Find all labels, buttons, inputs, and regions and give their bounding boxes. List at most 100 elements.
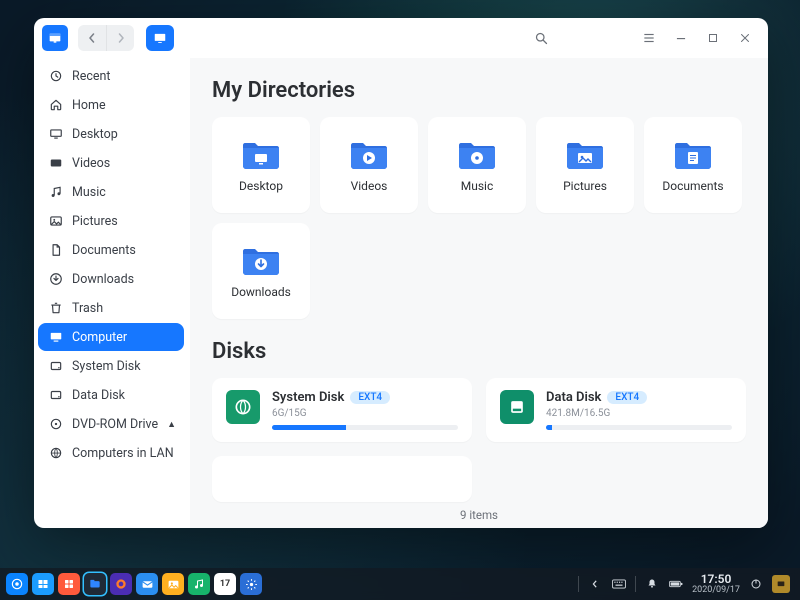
pictures-icon bbox=[48, 213, 64, 229]
disk-icon bbox=[48, 387, 64, 403]
sidebar-item-label: Videos bbox=[72, 156, 110, 171]
video-icon bbox=[48, 155, 64, 171]
fs-badge: EXT4 bbox=[607, 391, 647, 404]
eject-icon[interactable]: ▲ bbox=[167, 419, 176, 430]
disk-icon bbox=[48, 358, 64, 374]
disk-thumb-icon bbox=[500, 390, 534, 424]
tray-desktop-icon[interactable] bbox=[772, 575, 790, 593]
disk-usage-bar bbox=[272, 425, 458, 430]
back-button[interactable] bbox=[78, 25, 106, 51]
folder-icon bbox=[455, 137, 499, 171]
dir-music[interactable]: Music bbox=[428, 117, 526, 213]
sidebar-item-documents[interactable]: Documents bbox=[38, 236, 184, 264]
sidebar-item-downloads[interactable]: Downloads bbox=[38, 265, 184, 293]
tray-expand-icon[interactable] bbox=[587, 576, 603, 592]
titlebar bbox=[34, 18, 768, 58]
folder-icon bbox=[239, 243, 283, 277]
clock-icon bbox=[48, 68, 64, 84]
status-text: 9 items bbox=[460, 508, 498, 522]
sidebar-item-recent[interactable]: Recent bbox=[38, 62, 184, 90]
search-button[interactable] bbox=[528, 25, 554, 51]
sidebar-item-label: Computers in LAN bbox=[72, 446, 174, 461]
sidebar-item-dvd-rom-drive[interactable]: DVD-ROM Drive ▲ bbox=[38, 410, 184, 438]
computer-icon bbox=[48, 329, 64, 345]
clock-time: 17:50 bbox=[692, 573, 740, 586]
tray-keyboard-icon[interactable] bbox=[611, 576, 627, 592]
dir-documents[interactable]: Documents bbox=[644, 117, 742, 213]
sidebar-item-computer[interactable]: Computer bbox=[38, 323, 184, 351]
directories-grid: Desktop Videos Music Pictures Documents … bbox=[212, 117, 746, 319]
dir-videos[interactable]: Videos bbox=[320, 117, 418, 213]
dir-downloads[interactable]: Downloads bbox=[212, 223, 310, 319]
sidebar-item-label: DVD-ROM Drive bbox=[72, 417, 158, 432]
app-icon[interactable] bbox=[42, 25, 68, 51]
tray-power-icon[interactable] bbox=[748, 576, 764, 592]
file-manager-window: Recent Home Desktop Videos Music Picture… bbox=[34, 18, 768, 528]
dock-calendar[interactable]: 17 bbox=[214, 573, 236, 595]
disc-icon bbox=[48, 416, 64, 432]
system-tray: 17:50 2020/09/17 bbox=[578, 573, 794, 595]
sidebar-item-label: System Disk bbox=[72, 359, 141, 374]
disk-system-disk[interactable]: System Disk EXT4 6G/15G bbox=[212, 378, 472, 442]
taskbar: 17 17:50 2020/09/17 bbox=[0, 568, 800, 600]
fs-badge: EXT4 bbox=[350, 391, 390, 404]
dock-file-manager[interactable] bbox=[84, 573, 106, 595]
sidebar-item-data-disk[interactable]: Data Disk bbox=[38, 381, 184, 409]
dock-music[interactable] bbox=[188, 573, 210, 595]
dir-label: Pictures bbox=[563, 179, 607, 193]
tray-clock[interactable]: 17:50 2020/09/17 bbox=[692, 573, 740, 595]
dock-app-store[interactable] bbox=[58, 573, 80, 595]
sidebar-item-label: Downloads bbox=[72, 272, 134, 287]
sidebar-item-label: Recent bbox=[72, 69, 111, 84]
disk-data-disk[interactable]: Data Disk EXT4 421.8M/16.5G bbox=[486, 378, 746, 442]
forward-button[interactable] bbox=[106, 25, 134, 51]
sidebar-item-label: Trash bbox=[72, 301, 103, 316]
dock-firefox[interactable] bbox=[110, 573, 132, 595]
close-button[interactable] bbox=[732, 25, 758, 51]
sidebar-item-label: Music bbox=[72, 185, 106, 200]
sidebar-item-desktop[interactable]: Desktop bbox=[38, 120, 184, 148]
dir-label: Desktop bbox=[239, 179, 283, 193]
dock-multitask[interactable] bbox=[32, 573, 54, 595]
sidebar-item-label: Desktop bbox=[72, 127, 118, 142]
disk-thumb-icon bbox=[226, 390, 260, 424]
sidebar-item-home[interactable]: Home bbox=[38, 91, 184, 119]
menu-button[interactable] bbox=[636, 25, 662, 51]
download-icon bbox=[48, 271, 64, 287]
main-area: My Directories Desktop Videos Music Pict… bbox=[190, 58, 768, 528]
sidebar-item-label: Data Disk bbox=[72, 388, 125, 403]
sidebar-item-system-disk[interactable]: System Disk bbox=[38, 352, 184, 380]
dir-pictures[interactable]: Pictures bbox=[536, 117, 634, 213]
dock: 17 bbox=[6, 573, 262, 595]
desktop-icon bbox=[48, 126, 64, 142]
dock-mail[interactable] bbox=[136, 573, 158, 595]
sidebar-item-pictures[interactable]: Pictures bbox=[38, 207, 184, 235]
sidebar-item-music[interactable]: Music bbox=[38, 178, 184, 206]
dock-launcher[interactable] bbox=[6, 573, 28, 595]
sidebar-item-computers-in-lan[interactable]: Computers in LAN bbox=[38, 439, 184, 467]
sidebar-item-videos[interactable]: Videos bbox=[38, 149, 184, 177]
dir-label: Music bbox=[461, 179, 493, 193]
sidebar-item-label: Documents bbox=[72, 243, 136, 258]
maximize-button[interactable] bbox=[700, 25, 726, 51]
dock-image-viewer[interactable] bbox=[162, 573, 184, 595]
minimize-button[interactable] bbox=[668, 25, 694, 51]
folder-icon bbox=[347, 137, 391, 171]
nav-buttons bbox=[78, 25, 134, 51]
tray-battery-icon[interactable] bbox=[668, 576, 684, 592]
disk-usage: 421.8M/16.5G bbox=[546, 408, 732, 419]
trash-icon bbox=[48, 300, 64, 316]
tray-notifications-icon[interactable] bbox=[644, 576, 660, 592]
statusbar: 9 items bbox=[212, 502, 746, 528]
sidebar-item-trash[interactable]: Trash bbox=[38, 294, 184, 322]
home-icon bbox=[48, 97, 64, 113]
view-mode-button[interactable] bbox=[146, 25, 174, 51]
clock-date: 2020/09/17 bbox=[692, 586, 740, 595]
disk-name: Data Disk bbox=[546, 390, 601, 405]
dock-settings[interactable] bbox=[240, 573, 262, 595]
desktop-wallpaper: Recent Home Desktop Videos Music Picture… bbox=[0, 0, 800, 600]
disk-name: System Disk bbox=[272, 390, 344, 405]
sidebar: Recent Home Desktop Videos Music Picture… bbox=[34, 58, 190, 528]
dir-desktop[interactable]: Desktop bbox=[212, 117, 310, 213]
dir-label: Downloads bbox=[231, 285, 291, 299]
